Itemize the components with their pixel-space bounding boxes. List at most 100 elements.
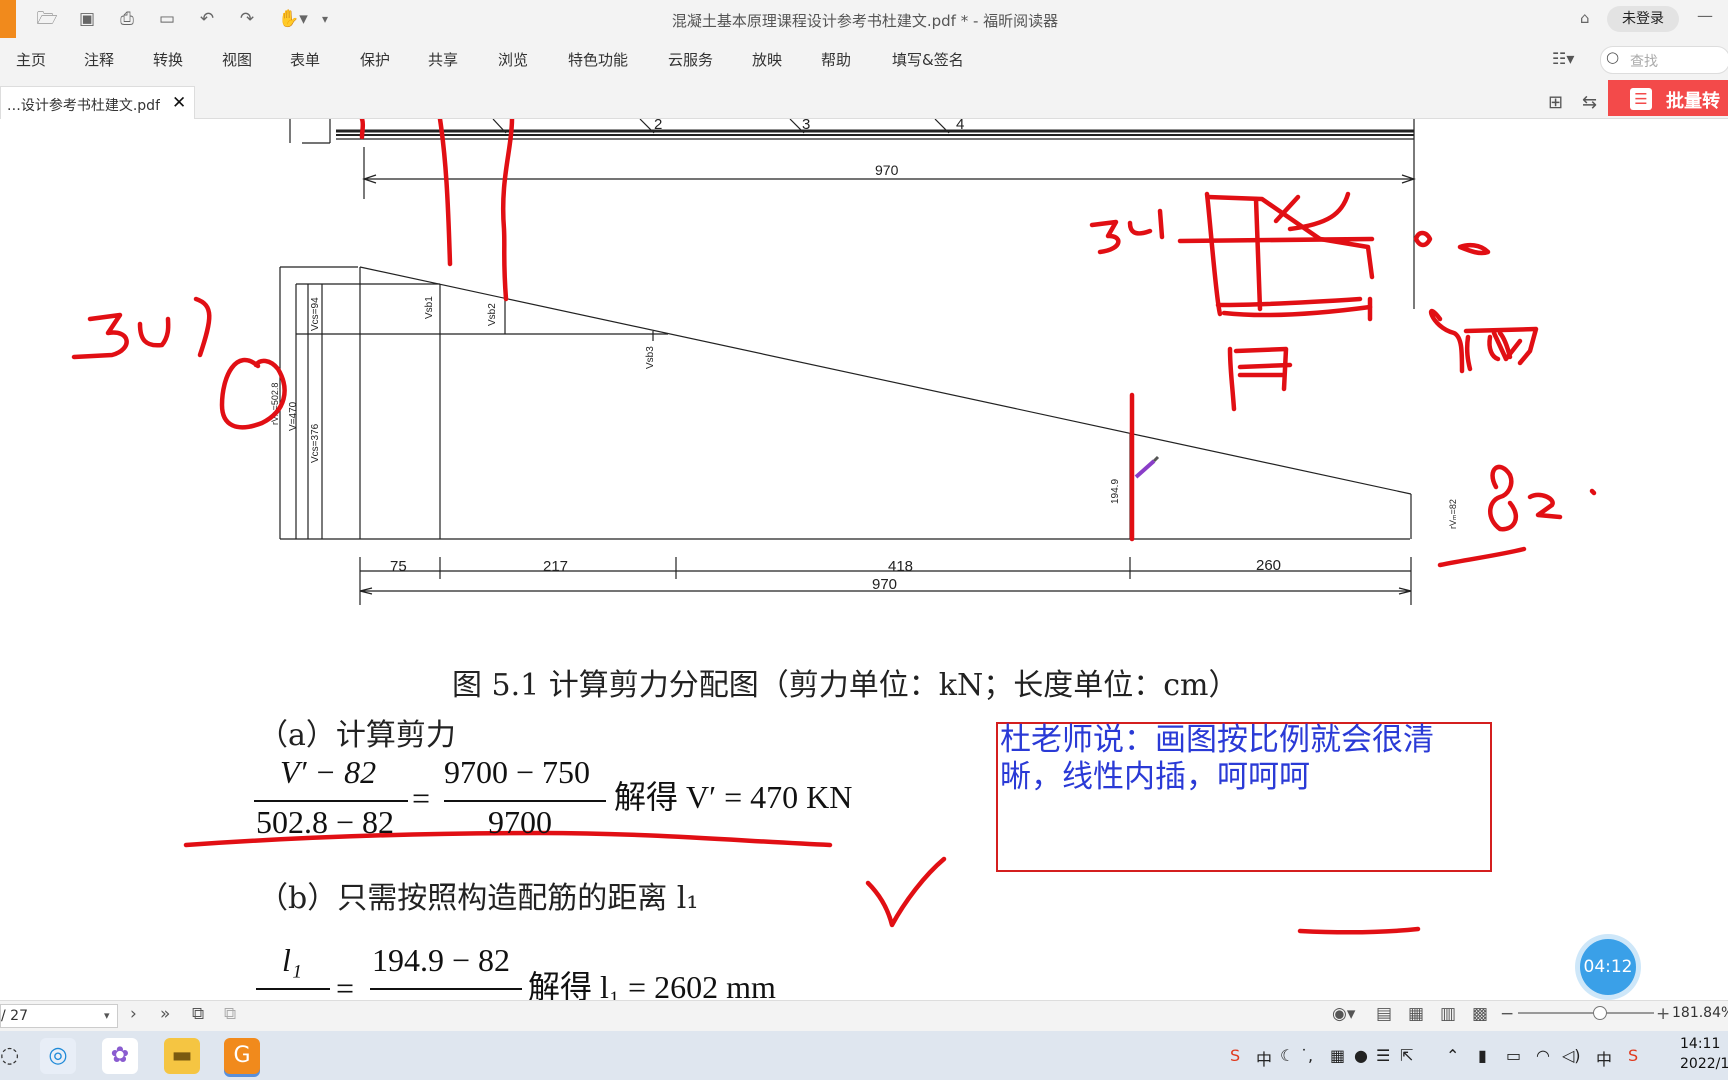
status-bar	[0, 1000, 1728, 1031]
last-page-icon[interactable]: »	[160, 1004, 170, 1024]
section-heading-b: （b）只需按照构造配筋的距离 l₁	[258, 881, 699, 916]
recording-timer[interactable]: 04:12	[1580, 939, 1636, 995]
sogou-tray-icon[interactable]: S	[1628, 1046, 1638, 1065]
menu-lines-icon[interactable]: ☰	[1376, 1046, 1390, 1065]
search-icon: ○	[1606, 48, 1620, 66]
note-text: 杜老师说：画图按比例就会很清晰，线性内插，呵呵呵	[1000, 722, 1434, 795]
taskbar-clock[interactable]: 14:11 2022/1	[1680, 1034, 1728, 1074]
menu-convert[interactable]: 转换	[153, 49, 183, 70]
window-title: 混凝土基本原理课程设计参考书杜建文.pdf * - 福昕阅读器	[671, 12, 1059, 30]
close-tab-icon[interactable]: ✕	[172, 93, 186, 113]
document-icon: ☰	[1630, 88, 1652, 110]
wifi-icon[interactable]: ◠	[1536, 1046, 1550, 1065]
menu-help[interactable]: 帮助	[821, 49, 851, 70]
copy-page-icon[interactable]: ⧉	[192, 1004, 204, 1024]
view-mode-icon[interactable]: ☷▾	[1552, 49, 1574, 68]
zoom-in-icon[interactable]: +	[1656, 1004, 1670, 1024]
page-number-field[interactable]: / 27	[0, 1004, 118, 1028]
segment-260-label: 260	[1256, 557, 1281, 574]
split-view-icon[interactable]: ⧉	[224, 1004, 236, 1024]
menu-form[interactable]: 表单	[290, 49, 320, 70]
microphone-icon[interactable]: ▮	[1478, 1046, 1487, 1065]
gift-icon[interactable]: ⌂	[1580, 9, 1590, 27]
comma-icon[interactable]: ˙,	[1300, 1046, 1313, 1065]
speaker-icon[interactable]: ◁)	[1562, 1046, 1581, 1065]
menu-home[interactable]: 主页	[16, 49, 46, 70]
ime-mode-label[interactable]: 中	[1256, 1046, 1272, 1070]
segment-75-label: 75	[390, 558, 407, 575]
eq2-numerator-left: l₁	[282, 942, 303, 978]
eq1-fraction-line-left	[254, 800, 408, 802]
search-placeholder: 查找	[1630, 54, 1658, 70]
rv82-label: rVₘ=82	[1448, 499, 1458, 529]
eq1-denominator-right: 9700	[488, 804, 552, 840]
document-tab-label: 混凝土基本原理课程设计参考书杜建文.pdf	[0, 98, 160, 114]
eq2-fraction-line-left	[256, 988, 330, 990]
eq1-result: 解得 V′ = 470 KN	[614, 779, 853, 815]
tab-bar	[0, 80, 1728, 119]
zoom-slider-thumb[interactable]	[1593, 1006, 1607, 1020]
vcs94-label: Vcs=94	[310, 297, 321, 331]
print-icon[interactable]: ⎙	[116, 9, 138, 29]
menu-view[interactable]: 视图	[222, 49, 252, 70]
file-explorer-icon[interactable]: ▬	[164, 1038, 200, 1074]
bottom-total-label: 970	[872, 576, 897, 593]
menu-browse[interactable]: 浏览	[498, 49, 528, 70]
login-button[interactable]: 未登录	[1607, 6, 1679, 32]
section-heading-a: （a）计算剪力	[258, 718, 456, 753]
eq1-numerator-right: 9700 − 750	[444, 754, 591, 790]
eq1-denominator-left: 502.8 − 82	[256, 804, 395, 840]
tray-expand-icon[interactable]: ⌃	[1446, 1046, 1459, 1065]
customize-toolbar-icon[interactable]: ▾	[318, 9, 332, 29]
menu-comment[interactable]: 注释	[84, 49, 114, 70]
open-folder-icon[interactable]: 🗁	[36, 9, 58, 29]
eq2-numerator-right: 194.9 − 82	[372, 942, 511, 978]
next-page-icon[interactable]: ›	[130, 1004, 137, 1024]
sogou-input-icon[interactable]: S	[1230, 1046, 1240, 1065]
single-page-icon[interactable]: ▤	[1376, 1004, 1392, 1024]
eq1-equals: =	[412, 780, 431, 816]
beam-marker-3: 3	[802, 119, 810, 133]
keyboard-icon[interactable]: ▦	[1330, 1046, 1345, 1065]
zoom-level[interactable]: 181.84%	[1672, 1005, 1728, 1021]
minimize-icon[interactable]: —	[1697, 6, 1713, 25]
vsb2-label: Vsb2	[487, 303, 498, 326]
facing-page-icon[interactable]: ▥	[1440, 1004, 1456, 1024]
eye-icon[interactable]: ◉▾	[1332, 1004, 1355, 1024]
menu-fill-sign[interactable]: 填写&签名	[892, 49, 964, 70]
eq1-fraction-line-right	[444, 800, 606, 802]
new-document-icon[interactable]: ▭	[156, 9, 178, 29]
menu-protect[interactable]: 保护	[360, 49, 390, 70]
undo-icon[interactable]: ↶	[196, 9, 218, 29]
eq1-numerator-left: V′ − 82	[280, 754, 377, 790]
start-button[interactable]: ◌	[0, 1038, 19, 1074]
hand-tool-icon[interactable]: ✋▾	[276, 9, 310, 29]
moon-icon[interactable]: ☾	[1280, 1046, 1294, 1065]
share-icon[interactable]: ⇱	[1400, 1046, 1413, 1065]
foxit-reader-taskbar-icon[interactable]: G	[224, 1038, 260, 1074]
menu-slideshow[interactable]: 放映	[752, 49, 782, 70]
continuous-page-icon[interactable]: ▦	[1408, 1004, 1424, 1024]
photos-app-icon[interactable]: ✿	[102, 1038, 138, 1074]
menu-share[interactable]: 共享	[428, 49, 458, 70]
continuous-facing-icon[interactable]: ▩	[1472, 1004, 1488, 1024]
zoom-out-icon[interactable]: −	[1500, 1004, 1514, 1024]
grid-view-icon[interactable]: ⊞	[1548, 92, 1563, 113]
clock-date: 2022/1	[1680, 1056, 1728, 1072]
save-icon[interactable]: ▣	[76, 9, 98, 29]
menu-features[interactable]: 特色功能	[568, 49, 628, 70]
battery-icon[interactable]: ▭	[1506, 1046, 1521, 1065]
v194-label: 194.9	[1110, 479, 1121, 504]
redo-icon[interactable]: ↷	[236, 9, 258, 29]
beam-marker-2: 2	[654, 119, 662, 133]
search-input[interactable]	[1600, 46, 1728, 74]
ime-indicator-label[interactable]: 中	[1596, 1046, 1612, 1070]
convert-icon[interactable]: ⇆	[1582, 92, 1597, 113]
user-icon[interactable]: ●	[1354, 1046, 1368, 1065]
menu-cloud[interactable]: 云服务	[668, 49, 713, 70]
segment-418-label: 418	[888, 558, 913, 575]
edge-browser-icon[interactable]: ◎	[40, 1038, 76, 1074]
zoom-slider[interactable]	[1518, 1012, 1654, 1014]
page-dropdown-icon[interactable]: ▾	[104, 1009, 110, 1022]
batch-convert-label: 批量转	[1666, 91, 1720, 112]
